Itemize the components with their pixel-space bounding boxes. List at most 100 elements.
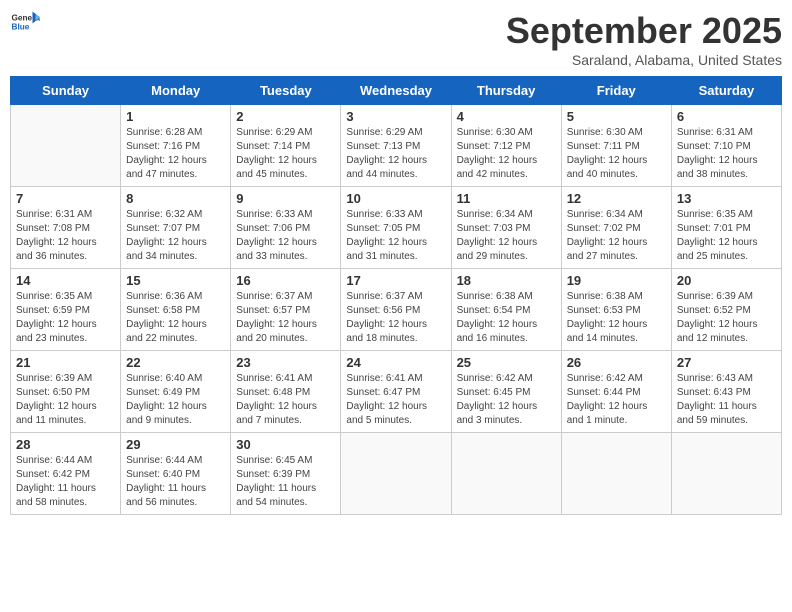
calendar-cell: 11 Sunrise: 6:34 AM Sunset: 7:03 PM Dayli… [451, 187, 561, 269]
day-number: 5 [567, 109, 666, 124]
day-number: 2 [236, 109, 335, 124]
calendar-week-row: 1 Sunrise: 6:28 AM Sunset: 7:16 PM Daylig… [11, 105, 782, 187]
calendar-body: 1 Sunrise: 6:28 AM Sunset: 7:16 PM Daylig… [11, 105, 782, 515]
day-number: 26 [567, 355, 666, 370]
calendar-week-row: 14Sunrise: 6:35 AM Sunset: 6:59 PM Dayli… [11, 269, 782, 351]
day-number: 14 [16, 273, 115, 288]
day-info: Sunrise: 6:44 AM Sunset: 6:40 PM Dayligh… [126, 454, 225, 510]
calendar-cell: 4 Sunrise: 6:30 AM Sunset: 7:12 PM Daylig… [451, 105, 561, 187]
weekday-header-cell: Saturday [671, 77, 781, 105]
day-info: Sunrise: 6:33 AM Sunset: 7:06 PM Dayligh… [236, 208, 335, 264]
calendar-cell: 17 Sunrise: 6:37 AM Sunset: 6:56 PM Dayli… [341, 269, 451, 351]
calendar-cell: 8 Sunrise: 6:32 AM Sunset: 7:07 PM Daylig… [121, 187, 231, 269]
day-number: 20 [677, 273, 776, 288]
weekday-header-cell: Sunday [11, 77, 121, 105]
logo-icon: General Blue [10, 10, 40, 34]
day-info: Sunrise: 6:43 AM Sunset: 6:43 PM Dayligh… [677, 372, 776, 428]
day-info: Sunrise: 6:34 AM Sunset: 7:02 PM Dayligh… [567, 208, 666, 264]
day-info: Sunrise: 6:39 AM Sunset: 6:52 PM Dayligh… [677, 290, 776, 346]
calendar-cell: 2 Sunrise: 6:29 AM Sunset: 7:14 PM Daylig… [231, 105, 341, 187]
weekday-header-cell: Friday [561, 77, 671, 105]
day-number: 1 [126, 109, 225, 124]
day-info: Sunrise: 6:37 AM Sunset: 6:56 PM Dayligh… [346, 290, 445, 346]
calendar-cell: 3 Sunrise: 6:29 AM Sunset: 7:13 PM Daylig… [341, 105, 451, 187]
header: General Blue September 2025 Saraland, Al… [10, 10, 782, 68]
day-number: 6 [677, 109, 776, 124]
calendar-cell: 7 Sunrise: 6:31 AM Sunset: 7:08 PM Daylig… [11, 187, 121, 269]
calendar-cell: 29 Sunrise: 6:44 AM Sunset: 6:40 PM Dayli… [121, 433, 231, 515]
day-number: 24 [346, 355, 445, 370]
calendar-week-row: 7 Sunrise: 6:31 AM Sunset: 7:08 PM Daylig… [11, 187, 782, 269]
day-number: 4 [457, 109, 556, 124]
day-number: 18 [457, 273, 556, 288]
day-info: Sunrise: 6:34 AM Sunset: 7:03 PM Dayligh… [457, 208, 556, 264]
day-info: Sunrise: 6:41 AM Sunset: 6:47 PM Dayligh… [346, 372, 445, 428]
calendar-cell: 26Sunrise: 6:42 AM Sunset: 6:44 PM Dayli… [561, 351, 671, 433]
day-info: Sunrise: 6:32 AM Sunset: 7:07 PM Dayligh… [126, 208, 225, 264]
calendar-cell: 1 Sunrise: 6:28 AM Sunset: 7:16 PM Daylig… [121, 105, 231, 187]
day-number: 30 [236, 437, 335, 452]
calendar-cell: 22 Sunrise: 6:40 AM Sunset: 6:49 PM Dayli… [121, 351, 231, 433]
day-number: 13 [677, 191, 776, 206]
calendar-cell: 9Sunrise: 6:33 AM Sunset: 7:06 PM Daylig… [231, 187, 341, 269]
day-info: Sunrise: 6:29 AM Sunset: 7:14 PM Dayligh… [236, 126, 335, 182]
calendar-cell: 19Sunrise: 6:38 AM Sunset: 6:53 PM Dayli… [561, 269, 671, 351]
day-number: 21 [16, 355, 115, 370]
day-info: Sunrise: 6:35 AM Sunset: 7:01 PM Dayligh… [677, 208, 776, 264]
day-info: Sunrise: 6:31 AM Sunset: 7:08 PM Dayligh… [16, 208, 115, 264]
calendar-cell: 13 Sunrise: 6:35 AM Sunset: 7:01 PM Dayli… [671, 187, 781, 269]
day-info: Sunrise: 6:28 AM Sunset: 7:16 PM Dayligh… [126, 126, 225, 182]
day-info: Sunrise: 6:30 AM Sunset: 7:12 PM Dayligh… [457, 126, 556, 182]
day-number: 23 [236, 355, 335, 370]
weekday-header-cell: Tuesday [231, 77, 341, 105]
day-info: Sunrise: 6:41 AM Sunset: 6:48 PM Dayligh… [236, 372, 335, 428]
calendar-cell [561, 433, 671, 515]
calendar-table: SundayMondayTuesdayWednesdayThursdayFrid… [10, 76, 782, 515]
calendar-cell: 18 Sunrise: 6:38 AM Sunset: 6:54 PM Dayli… [451, 269, 561, 351]
calendar-cell: 16Sunrise: 6:37 AM Sunset: 6:57 PM Dayli… [231, 269, 341, 351]
day-number: 7 [16, 191, 115, 206]
day-info: Sunrise: 6:40 AM Sunset: 6:49 PM Dayligh… [126, 372, 225, 428]
calendar-cell: 23 Sunrise: 6:41 AM Sunset: 6:48 PM Dayli… [231, 351, 341, 433]
weekday-header-cell: Wednesday [341, 77, 451, 105]
weekday-header-row: SundayMondayTuesdayWednesdayThursdayFrid… [11, 77, 782, 105]
calendar-cell: 15Sunrise: 6:36 AM Sunset: 6:58 PM Dayli… [121, 269, 231, 351]
calendar-cell: 10Sunrise: 6:33 AM Sunset: 7:05 PM Dayli… [341, 187, 451, 269]
calendar-cell: 25Sunrise: 6:42 AM Sunset: 6:45 PM Dayli… [451, 351, 561, 433]
calendar-cell [451, 433, 561, 515]
day-info: Sunrise: 6:33 AM Sunset: 7:05 PM Dayligh… [346, 208, 445, 264]
day-info: Sunrise: 6:36 AM Sunset: 6:58 PM Dayligh… [126, 290, 225, 346]
weekday-header-cell: Thursday [451, 77, 561, 105]
day-number: 22 [126, 355, 225, 370]
day-info: Sunrise: 6:31 AM Sunset: 7:10 PM Dayligh… [677, 126, 776, 182]
day-info: Sunrise: 6:30 AM Sunset: 7:11 PM Dayligh… [567, 126, 666, 182]
day-number: 8 [126, 191, 225, 206]
logo: General Blue [10, 10, 40, 34]
day-info: Sunrise: 6:44 AM Sunset: 6:42 PM Dayligh… [16, 454, 115, 510]
calendar-cell [11, 105, 121, 187]
calendar-cell: 30 Sunrise: 6:45 AM Sunset: 6:39 PM Dayli… [231, 433, 341, 515]
day-number: 19 [567, 273, 666, 288]
day-number: 12 [567, 191, 666, 206]
calendar-cell: 21 Sunrise: 6:39 AM Sunset: 6:50 PM Dayli… [11, 351, 121, 433]
day-info: Sunrise: 6:45 AM Sunset: 6:39 PM Dayligh… [236, 454, 335, 510]
calendar-cell: 20 Sunrise: 6:39 AM Sunset: 6:52 PM Dayli… [671, 269, 781, 351]
day-number: 3 [346, 109, 445, 124]
calendar-cell: 12 Sunrise: 6:34 AM Sunset: 7:02 PM Dayli… [561, 187, 671, 269]
day-number: 28 [16, 437, 115, 452]
day-number: 29 [126, 437, 225, 452]
day-info: Sunrise: 6:29 AM Sunset: 7:13 PM Dayligh… [346, 126, 445, 182]
day-number: 27 [677, 355, 776, 370]
day-number: 11 [457, 191, 556, 206]
day-info: Sunrise: 6:39 AM Sunset: 6:50 PM Dayligh… [16, 372, 115, 428]
day-number: 17 [346, 273, 445, 288]
calendar-cell: 5 Sunrise: 6:30 AM Sunset: 7:11 PM Daylig… [561, 105, 671, 187]
calendar-cell: 24 Sunrise: 6:41 AM Sunset: 6:47 PM Dayli… [341, 351, 451, 433]
day-info: Sunrise: 6:42 AM Sunset: 6:45 PM Dayligh… [457, 372, 556, 428]
calendar-cell: 28 Sunrise: 6:44 AM Sunset: 6:42 PM Dayli… [11, 433, 121, 515]
calendar-cell: 14Sunrise: 6:35 AM Sunset: 6:59 PM Dayli… [11, 269, 121, 351]
title-area: September 2025 Saraland, Alabama, United… [506, 10, 782, 68]
svg-text:Blue: Blue [12, 23, 30, 32]
day-info: Sunrise: 6:38 AM Sunset: 6:54 PM Dayligh… [457, 290, 556, 346]
calendar-cell [341, 433, 451, 515]
